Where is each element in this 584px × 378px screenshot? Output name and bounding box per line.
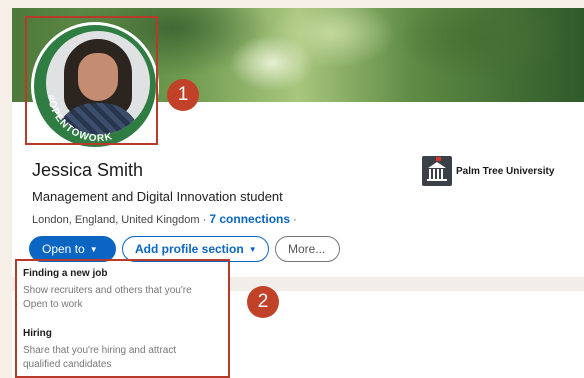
more-label: More... — [288, 242, 326, 256]
profile-name: Jessica Smith — [32, 160, 144, 180]
add-profile-section-label: Add profile section — [135, 242, 244, 256]
caret-down-icon: ▼ — [89, 245, 98, 254]
profile-headline: Management and Digital Innovation studen… — [32, 189, 283, 204]
menu-highlight-box — [15, 259, 230, 378]
caret-down-icon: ▼ — [248, 245, 257, 254]
profile-location: London, England, United Kingdom — [32, 214, 200, 226]
connections-link[interactable]: 7 connections — [209, 212, 290, 226]
education-entry[interactable]: Palm Tree University — [422, 156, 554, 186]
school-name: Palm Tree University — [456, 165, 555, 177]
annotation-badge-2: 2 — [247, 286, 279, 318]
separator-dot: · — [293, 214, 297, 226]
location-row: London, England, United Kingdom · 7 conn… — [32, 212, 297, 226]
open-to-label: Open to — [42, 242, 85, 256]
more-button[interactable]: More... — [275, 236, 340, 262]
separator-dot: · — [202, 214, 207, 226]
school-logo-icon — [422, 156, 452, 186]
avatar-highlight-box — [25, 16, 158, 145]
lower-section — [242, 291, 584, 353]
annotation-badge-1: 1 — [167, 79, 199, 111]
